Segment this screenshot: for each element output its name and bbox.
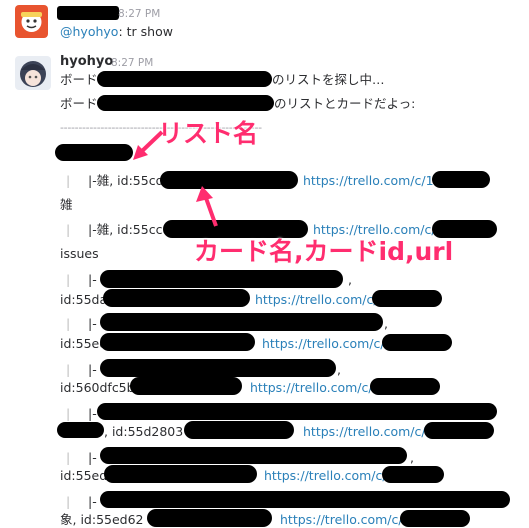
- card-url-link[interactable]: https://trello.com/c/: [303, 424, 426, 440]
- card-url-link[interactable]: https://trello.com/c/1: [303, 173, 434, 189]
- redacted-bot-name: [57, 6, 119, 20]
- redacted-url: [424, 422, 494, 439]
- redacted-card-name: [100, 313, 383, 331]
- redacted-url: [370, 378, 440, 395]
- card-row-prefix: |-: [88, 406, 97, 421]
- bot-avatar[interactable]: [15, 5, 48, 38]
- redacted-card-id: [130, 377, 242, 395]
- card-name-cont: issues: [60, 246, 99, 261]
- board-list-suffix: のリストとカードだよっ:: [274, 96, 416, 111]
- bot-face-icon: [21, 12, 42, 32]
- redacted-card-name: [57, 422, 104, 438]
- annotation-arrow-icon: [133, 130, 164, 160]
- redacted-card-name: [100, 359, 336, 377]
- redacted-board-name: [97, 95, 274, 111]
- redacted-card-id: [103, 289, 250, 307]
- redacted-url: [382, 466, 444, 483]
- message-time: 8:27 PM: [118, 8, 161, 20]
- redacted-url: [372, 290, 442, 307]
- annotation-card-info: カード名,カードid,url: [194, 237, 454, 266]
- card-row-prefix: |-: [88, 316, 97, 331]
- redacted-card-id: [147, 509, 272, 527]
- card-url-link[interactable]: https://trello.com/c/: [280, 512, 403, 528]
- message-text: @hyohyo: tr show: [60, 24, 173, 39]
- card-row-prefix: |-: [88, 450, 97, 465]
- card-id-label: , id:55d2803: [104, 424, 184, 439]
- mention-link[interactable]: @hyohyo: [60, 24, 118, 39]
- card-url-link[interactable]: https://trello.com/c/: [255, 292, 378, 308]
- redacted-card-name: [100, 447, 407, 464]
- card-row-prefix: |-雑, id:55cc8: [88, 222, 171, 237]
- card-id-label: id:55ec: [60, 336, 107, 351]
- card-id-label: 象, id:55ed62: [60, 512, 144, 527]
- card-url-link[interactable]: https://trello.com/c/: [250, 380, 373, 396]
- redacted-url: [432, 171, 490, 188]
- redacted-list-name: [55, 144, 133, 161]
- redacted-url: [382, 334, 452, 351]
- anime-avatar-icon: [20, 61, 46, 87]
- message-time: 8:27 PM: [111, 57, 154, 69]
- board-search-prefix: ボード: [60, 72, 98, 87]
- card-name-cont: 雑: [60, 197, 73, 212]
- card-url-link[interactable]: https://trello.com/c/: [264, 468, 387, 484]
- board-search-suffix: のリストを探し中…: [272, 72, 385, 87]
- board-list-prefix: ボード: [60, 96, 98, 111]
- annotation-list-name: リスト名: [158, 119, 259, 148]
- redacted-card-name: [100, 491, 510, 508]
- card-id-label: id:560dfc5b: [60, 380, 135, 395]
- redacted-card-id: [104, 465, 257, 483]
- card-url-link[interactable]: https://trello.com/c/: [262, 336, 385, 352]
- card-row-prefix: |-雑, id:55cd: [88, 173, 164, 188]
- redacted-board-name: [97, 71, 272, 87]
- card-row-prefix: |-: [88, 272, 97, 287]
- card-row-prefix: |-: [88, 362, 97, 377]
- redacted-card-name: [100, 270, 343, 288]
- redacted-card-id: [100, 333, 255, 351]
- card-row-prefix: |-: [88, 494, 97, 509]
- author-name[interactable]: hyohyo: [60, 54, 113, 69]
- redacted-card-id: [184, 421, 294, 439]
- redacted-url: [400, 510, 470, 527]
- card-id-label: id:55da: [60, 292, 108, 307]
- annotation-arrow-icon: [196, 186, 218, 227]
- user-avatar[interactable]: [15, 56, 51, 90]
- redacted-card-name: [97, 403, 497, 420]
- redacted-card-id: [160, 171, 298, 189]
